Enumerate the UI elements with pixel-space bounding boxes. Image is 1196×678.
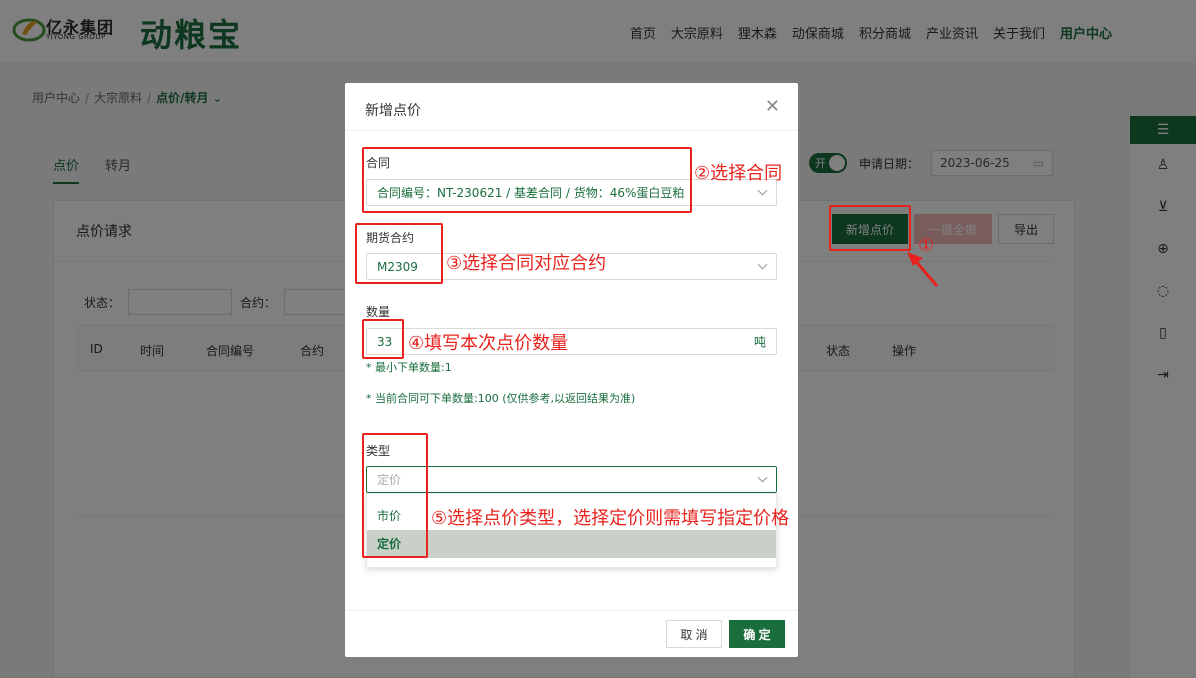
confirm-button[interactable]: 确 定 xyxy=(729,620,785,648)
annotation-step5: ⑤选择点价类型，选择定价则需填写指定价格 xyxy=(431,508,790,529)
annotation-step4: ④填写本次点价数量 xyxy=(408,333,569,354)
highlight-contract xyxy=(362,147,692,213)
annotation-step3: ③选择合同对应合约 xyxy=(446,253,607,274)
annotation-step2: ②选择合同 xyxy=(694,163,783,184)
min-quantity-hint: * 最小下单数量:1 xyxy=(366,361,452,374)
quantity-unit: 吨 xyxy=(753,335,766,349)
arrow-icon xyxy=(907,252,939,287)
quantity-label: 数量 xyxy=(366,305,391,319)
dialog-title: 新增点价 xyxy=(365,103,421,119)
close-icon[interactable]: ✕ xyxy=(765,96,780,117)
chevron-down-icon xyxy=(757,259,768,270)
type-option-fixed[interactable]: 定价 xyxy=(367,530,776,558)
divider xyxy=(345,610,798,611)
available-quantity-hint: * 当前合同可下单数量:100 (仅供参考,以返回结果为准) xyxy=(366,392,636,405)
highlight-futures xyxy=(355,223,443,284)
chevron-down-icon xyxy=(757,185,768,196)
divider xyxy=(345,130,798,131)
highlight-quantity xyxy=(362,319,404,359)
highlight-add-button xyxy=(829,205,911,251)
highlight-type xyxy=(362,433,428,558)
cancel-button[interactable]: 取 消 xyxy=(666,620,722,648)
chevron-down-icon xyxy=(757,472,768,483)
